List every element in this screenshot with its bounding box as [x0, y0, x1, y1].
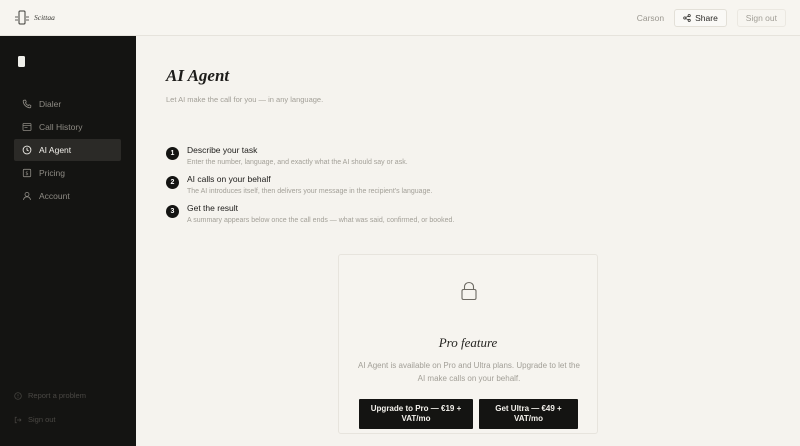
- phone-icon: [22, 99, 32, 109]
- step-number: 2: [166, 176, 179, 189]
- sidebar-item-call-history[interactable]: Call History: [14, 116, 121, 138]
- report-problem-link[interactable]: Report a problem: [14, 391, 121, 400]
- step-title: AI calls on your behalf: [187, 174, 271, 184]
- lock-icon: [460, 281, 478, 301]
- step-item: 1 Describe your task Enter the number, l…: [166, 145, 454, 174]
- warning-icon: [14, 391, 22, 400]
- page-subtitle: Let AI make the call for you — in any la…: [166, 95, 324, 104]
- brand-logo-icon: [14, 9, 30, 27]
- sidebar-signout-link[interactable]: Sign out: [14, 415, 121, 424]
- get-ultra-button[interactable]: Get Ultra — €49 + VAT/mo: [479, 399, 578, 429]
- top-bar: Scittaa Carson Share Sign out: [0, 0, 800, 36]
- sidebar-nav: Dialer Call History AI Agent $ Pricing A…: [14, 93, 121, 208]
- sidebar-item-label: Dialer: [39, 99, 62, 109]
- step-number: 3: [166, 205, 179, 218]
- page-title: AI Agent: [166, 66, 230, 85]
- user-name: Carson: [636, 13, 665, 23]
- step-description: Enter the number, language, and exactly …: [187, 159, 408, 166]
- share-icon: [683, 14, 691, 22]
- step-item: 2 AI calls on your behalf The AI introdu…: [166, 174, 454, 203]
- share-button[interactable]: Share: [674, 9, 727, 27]
- step-number: 1: [166, 147, 179, 160]
- step-title: Describe your task: [187, 145, 258, 155]
- pricing-icon: $: [22, 168, 32, 178]
- sidebar-item-label: Pricing: [39, 168, 65, 178]
- sidebar: Dialer Call History AI Agent $ Pricing A…: [0, 36, 136, 446]
- step-item: 3 Get the result A summary appears below…: [166, 203, 454, 232]
- step-title: Get the result: [187, 203, 239, 213]
- sidebar-item-label: Account: [39, 191, 70, 201]
- clock-icon: [22, 145, 32, 155]
- sidebar-logo-icon[interactable]: [18, 56, 25, 67]
- signout-icon: [14, 416, 22, 423]
- pro-feature-title: Pro feature: [438, 335, 498, 350]
- share-label: Share: [695, 13, 718, 23]
- sidebar-item-dialer[interactable]: Dialer: [14, 93, 121, 115]
- brand-name: Scittaa: [34, 13, 55, 22]
- signout-label: Sign out: [28, 415, 56, 424]
- report-problem-label: Report a problem: [28, 391, 86, 400]
- sidebar-item-label: Call History: [39, 122, 83, 132]
- step-description: The AI introduces itself, then delivers …: [187, 188, 433, 195]
- user-icon: [22, 191, 32, 201]
- sidebar-item-pricing[interactable]: $ Pricing: [14, 162, 121, 184]
- sidebar-item-label: AI Agent: [39, 145, 72, 155]
- pro-feature-card: Pro feature AI Agent is available on Pro…: [338, 254, 598, 434]
- svg-text:$: $: [25, 171, 28, 177]
- pro-feature-description: AI Agent is available on Pro and Ultra p…: [358, 361, 580, 383]
- step-description: A summary appears below once the call en…: [187, 217, 455, 224]
- upgrade-pro-button[interactable]: Upgrade to Pro — €19 + VAT/mo: [359, 399, 473, 429]
- top-signout-button[interactable]: Sign out: [736, 9, 786, 27]
- steps-list: 1 Describe your task Enter the number, l…: [166, 145, 454, 232]
- sidebar-item-account[interactable]: Account: [14, 185, 121, 207]
- call-history-icon: [22, 122, 32, 132]
- sidebar-item-ai-agent[interactable]: AI Agent: [14, 139, 121, 161]
- brand[interactable]: Scittaa: [14, 9, 55, 27]
- main-content: AI Agent Let AI make the call for you — …: [136, 36, 800, 446]
